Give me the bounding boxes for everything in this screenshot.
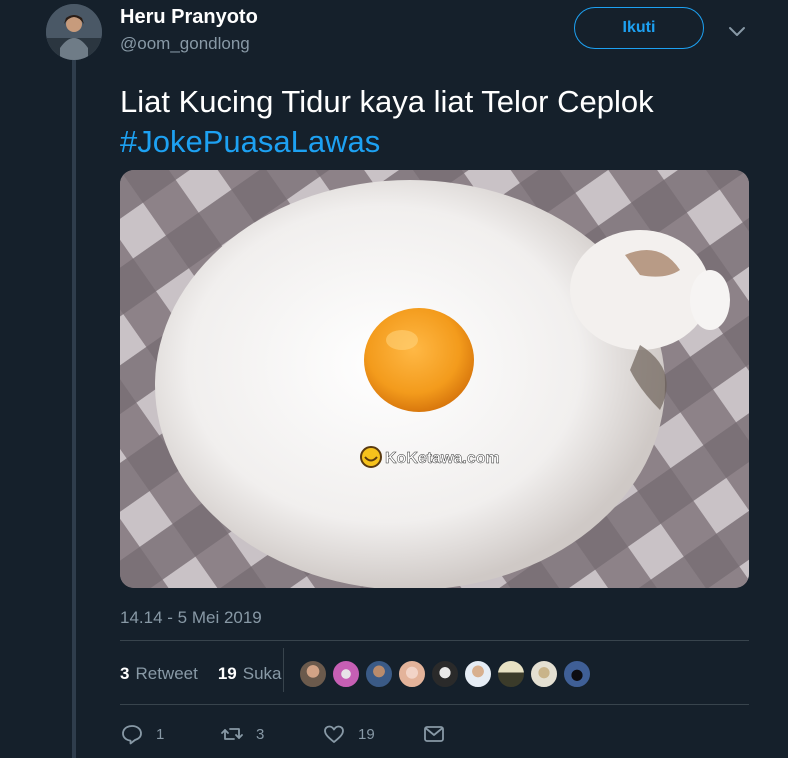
thread-line [72, 60, 76, 758]
hashtag-link[interactable]: #JokePuasaLawas [120, 122, 760, 162]
like-button[interactable]: 19 [322, 722, 375, 746]
liker-avatar[interactable] [497, 660, 525, 688]
retweet-count: 3 [256, 725, 265, 743]
reply-button[interactable]: 1 [120, 722, 164, 746]
like-count: 19 [358, 725, 375, 743]
tweet-body: Liat Kucing Tidur kaya liat Telor Ceplok [120, 84, 654, 119]
liker-avatar[interactable] [530, 660, 558, 688]
heart-icon [324, 725, 344, 743]
avatar[interactable] [46, 4, 102, 60]
likes-label[interactable]: Suka [243, 664, 282, 684]
liker-avatar[interactable] [464, 660, 492, 688]
liker-avatar[interactable] [299, 660, 327, 688]
liker-avatar[interactable] [332, 660, 360, 688]
divider [120, 640, 749, 641]
chevron-down-icon[interactable] [726, 20, 748, 42]
follow-button[interactable]: Ikuti [574, 7, 704, 49]
user-handle[interactable]: @oom_gondlong [120, 34, 250, 54]
watermark-text: KoKetawa.com [385, 450, 500, 467]
user-display-name[interactable]: Heru Pranyoto [120, 6, 258, 29]
tweet-stats: 3 Retweet 19 Suka [120, 664, 282, 684]
retweet-button[interactable]: 3 [220, 722, 264, 746]
liker-avatar[interactable] [431, 660, 459, 688]
tweet-image[interactable]: KoKetawa.com [120, 170, 749, 588]
retweet-icon [221, 728, 243, 740]
liker-avatar[interactable] [398, 660, 426, 688]
stats-separator [283, 648, 284, 692]
retweets-label[interactable]: Retweet [135, 664, 197, 684]
retweets-count[interactable]: 3 [120, 664, 129, 684]
liker-avatar[interactable] [365, 660, 393, 688]
message-button[interactable] [422, 722, 446, 746]
tweet-text: Liat Kucing Tidur kaya liat Telor Ceplok… [120, 82, 760, 162]
tweet-timestamp[interactable]: 14.14 - 5 Mei 2019 [120, 608, 262, 628]
liker-avatar[interactable] [563, 660, 591, 688]
likes-count[interactable]: 19 [218, 664, 237, 684]
reply-count: 1 [156, 725, 165, 743]
liker-avatars [299, 660, 591, 688]
reply-icon [122, 725, 142, 745]
envelope-icon [424, 726, 444, 742]
divider [120, 704, 749, 705]
